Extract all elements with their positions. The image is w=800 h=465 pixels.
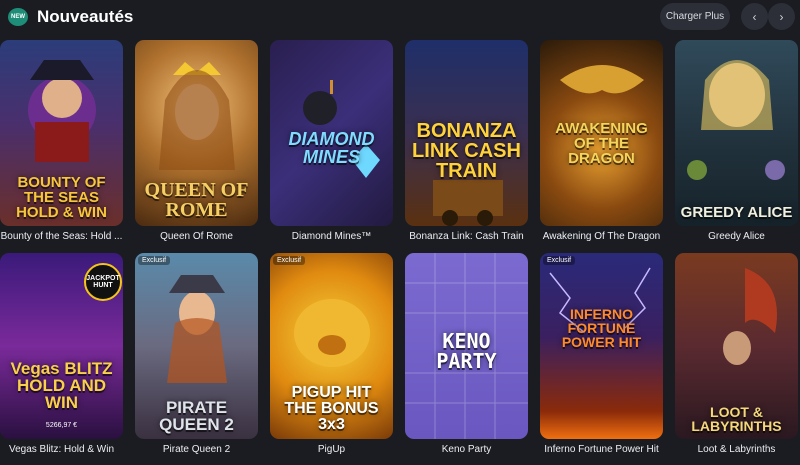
game-art-title: DIAMOND MINES: [288, 129, 375, 167]
game-art-title: INFERNO FORTUNE POWER HIT: [561, 306, 642, 350]
game-tile-loot-and-labyrinths[interactable]: LOOT & LABYRINTHS: [675, 253, 798, 439]
game-caption[interactable]: Diamond Mines™: [264, 231, 399, 242]
game-caption[interactable]: Keno Party: [399, 444, 534, 455]
game-thumbnail: [675, 40, 798, 226]
game-tile-pigup[interactable]: Exclusif PIGUP HIT THE BONUS 3x3: [270, 253, 393, 439]
game-tile-pirate-queen-2[interactable]: Exclusif PIRATE QUEEN 2: [135, 253, 258, 439]
game-caption[interactable]: Loot & Labyrinths: [669, 444, 800, 455]
game-art-title: Vegas BLITZ HOLD AND WIN: [10, 359, 113, 412]
game-caption[interactable]: Bounty of the Seas: Hold ...: [0, 231, 129, 242]
game-tile-vegas-blitz[interactable]: JACKPOT HUNT Vegas BLITZ HOLD AND WIN 52…: [0, 253, 123, 439]
game-art-title: PIGUP HIT THE BONUS 3x3: [284, 384, 379, 433]
next-button[interactable]: ›: [768, 3, 795, 30]
game-caption[interactable]: Awakening Of The Dragon: [534, 231, 669, 242]
game-caption[interactable]: Bonanza Link: Cash Train: [399, 231, 534, 242]
game-art-title: BONANZA LINK CASH TRAIN: [412, 120, 521, 182]
exclusive-badge: Exclusif: [273, 256, 306, 265]
game-art-title: AWAKENING OF THE DRAGON: [555, 120, 648, 167]
game-tile-keno-party[interactable]: KENO PARTY: [405, 253, 528, 439]
game-caption[interactable]: Queen Of Rome: [129, 231, 264, 242]
game-tile-diamond-mines[interactable]: DIAMOND MINES: [270, 40, 393, 226]
exclusive-badge: Exclusif: [543, 256, 576, 265]
jackpot-amount: 5266,97 €: [45, 422, 78, 429]
load-more-button[interactable]: Charger Plus: [660, 3, 730, 30]
game-art-title: BOUNTY OF THE SEAS HOLD & WIN: [16, 174, 107, 221]
section-header: NEW Nouveautés Charger Plus ‹ ›: [0, 0, 800, 34]
game-tile-bounty-of-the-seas[interactable]: BOUNTY OF THE SEAS HOLD & WIN: [0, 40, 123, 226]
game-art-title: KENO PARTY: [436, 329, 497, 373]
new-badge-icon: NEW: [8, 8, 28, 26]
game-caption[interactable]: Pirate Queen 2: [129, 444, 264, 455]
section-title: Nouveautés: [37, 7, 134, 26]
game-tile-awakening-of-the-dragon[interactable]: AWAKENING OF THE DRAGON: [540, 40, 663, 226]
game-caption[interactable]: Greedy Alice: [669, 231, 800, 242]
game-art-title: QUEEN OF ROME: [144, 179, 249, 221]
game-tile-greedy-alice[interactable]: GREEDY ALICE: [675, 40, 798, 226]
chevron-left-icon: ‹: [752, 9, 757, 24]
previous-button[interactable]: ‹: [741, 3, 768, 30]
game-caption[interactable]: PigUp: [264, 444, 399, 455]
exclusive-badge: Exclusif: [138, 256, 171, 265]
game-art-title: PIRATE QUEEN 2: [159, 398, 234, 434]
game-caption[interactable]: Inferno Fortune Power Hit: [534, 444, 669, 455]
game-art-title: GREEDY ALICE: [680, 204, 793, 221]
jackpot-hunt-badge: JACKPOT HUNT: [84, 263, 122, 301]
game-caption[interactable]: Vegas Blitz: Hold & Win: [0, 444, 129, 455]
chevron-right-icon: ›: [779, 9, 784, 24]
game-art-title: LOOT & LABYRINTHS: [691, 404, 782, 434]
game-tile-inferno-fortune[interactable]: Exclusif INFERNO FORTUNE POWER HIT: [540, 253, 663, 439]
game-tile-bonanza-link[interactable]: BONANZA LINK CASH TRAIN: [405, 40, 528, 226]
game-tile-queen-of-rome[interactable]: QUEEN OF ROME: [135, 40, 258, 226]
